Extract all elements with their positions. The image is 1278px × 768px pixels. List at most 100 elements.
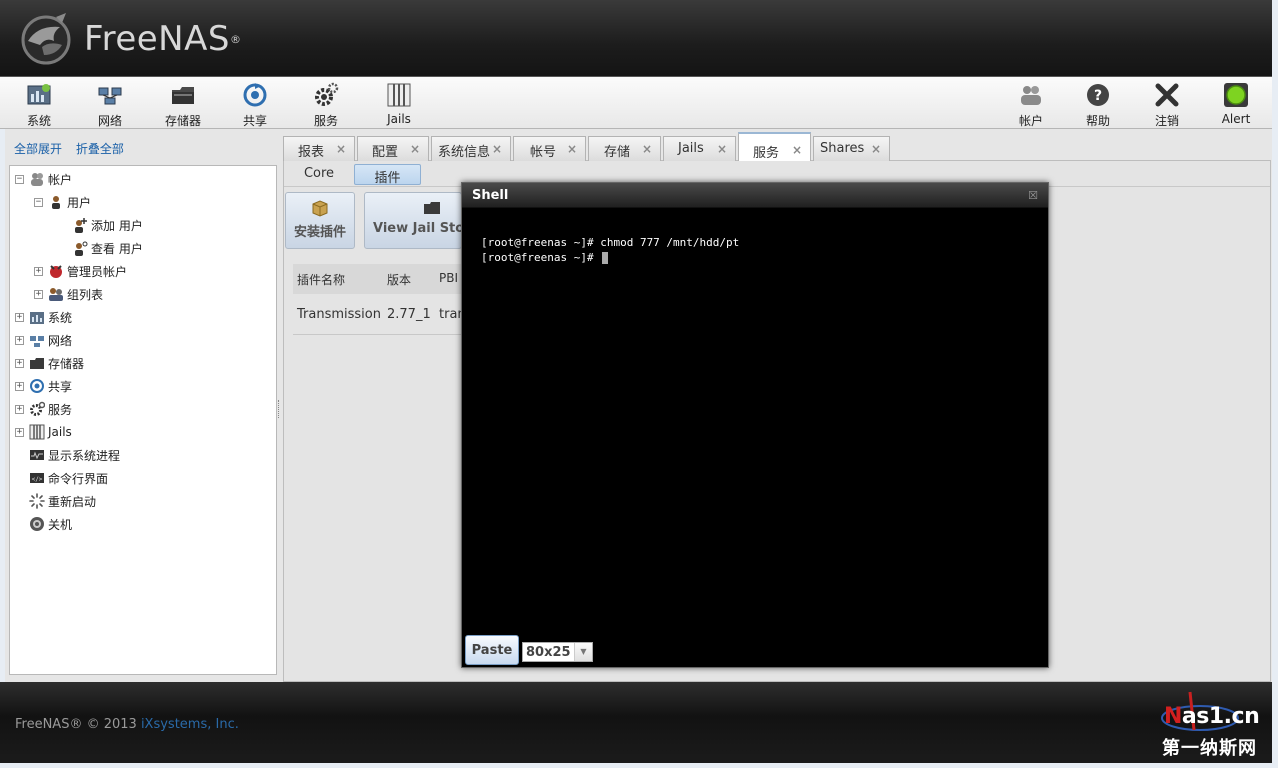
tree-item-display-processes[interactable]: 显示系统进程 <box>29 445 120 465</box>
toolbar-jails-button[interactable]: Jails <box>369 80 429 126</box>
window-border-bottom <box>0 763 1278 768</box>
tree-item-jails[interactable]: + Jails <box>15 422 72 442</box>
tree-item-label: 查看 用户 <box>91 241 143 256</box>
tree-item-services[interactable]: + 服务 <box>15 399 72 419</box>
toolbar-storage-button[interactable]: 存储器 <box>153 80 213 128</box>
toolbar-account-label: 帐户 <box>1018 114 1043 128</box>
alert-icon <box>1224 83 1248 107</box>
close-icon[interactable]: × <box>492 142 502 156</box>
close-icon[interactable]: × <box>336 142 346 156</box>
tab-system-info[interactable]: 系统信息 × <box>431 136 511 161</box>
toolbar-network-button[interactable]: 网络 <box>80 80 140 128</box>
subtab-plugins[interactable]: 插件 <box>354 164 421 186</box>
install-plugin-label: 安装插件 <box>293 225 346 240</box>
tree-item-reboot[interactable]: 重新启动 <box>29 491 96 511</box>
tab-label: 报表 <box>298 145 325 160</box>
freenas-logo[interactable]: FreeNAS ® <box>16 12 241 66</box>
tree-item-label: 重新启动 <box>48 494 97 509</box>
close-icon[interactable]: ☒ <box>1028 189 1038 202</box>
tree-item-label: 添加 用户 <box>91 218 143 233</box>
tree-item-shutdown[interactable]: 关机 <box>29 514 72 534</box>
toolbar-system-button[interactable]: 系统 <box>9 80 69 128</box>
collapse-icon[interactable]: − <box>15 174 24 184</box>
shell-title: Shell <box>472 188 509 203</box>
toolbar-sharing-label: 共享 <box>242 114 267 128</box>
close-icon[interactable]: × <box>410 142 420 156</box>
tree-item-groups[interactable]: + 组列表 <box>34 284 103 304</box>
close-icon[interactable]: × <box>642 142 652 156</box>
tree-item-users[interactable]: − 用户 <box>34 192 91 212</box>
expand-icon[interactable]: + <box>34 266 43 276</box>
tree-item-label: 存储器 <box>48 356 85 371</box>
toolbar-account-button[interactable]: 帐户 <box>1001 80 1061 128</box>
expand-icon[interactable]: + <box>15 335 24 345</box>
expand-icon[interactable]: + <box>34 289 43 299</box>
tree-item-sharing[interactable]: + 共享 <box>15 376 72 396</box>
tab-reports[interactable]: 报表 × <box>283 136 355 161</box>
svg-text:</>: </> <box>32 476 43 483</box>
terminal-cursor <box>602 252 609 264</box>
paste-button[interactable]: Paste <box>465 635 519 665</box>
tab-services[interactable]: 服务 × <box>738 132 811 161</box>
terminal-output[interactable]: [root@freenas ~]# chmod 777 /mnt/hdd/pt [… <box>481 235 739 265</box>
table-cell-version: 2.77_1 <box>387 307 431 322</box>
view-jail-storage-button[interactable]: View Jail Stor <box>364 192 462 249</box>
toolbar-help-button[interactable]: ? 帮助 <box>1068 80 1128 128</box>
close-icon[interactable]: × <box>717 142 727 156</box>
tab-label: 服务 <box>753 146 780 161</box>
column-header-plugin-name[interactable]: 插件名称 <box>297 271 345 288</box>
header: FreeNAS ® <box>0 0 1278 77</box>
expand-icon[interactable]: + <box>15 358 24 368</box>
tab-shares[interactable]: Shares × <box>813 136 890 161</box>
tree-item-storage[interactable]: + 存储器 <box>15 353 84 373</box>
tree-item-add-user[interactable]: 添加 用户 <box>72 215 143 235</box>
toolbar-services-button[interactable]: 服务 <box>296 80 356 128</box>
watermark-line1: Nas1.cn <box>1164 704 1260 729</box>
tab-jails[interactable]: Jails × <box>663 136 736 161</box>
close-icon[interactable]: × <box>567 142 577 156</box>
tree-item-system[interactable]: + 系统 <box>15 307 72 327</box>
help-icon: ? <box>1087 84 1109 106</box>
expand-icon[interactable]: + <box>15 381 24 391</box>
tab-label: 配置 <box>372 145 399 160</box>
tab-label: 帐号 <box>530 145 557 160</box>
terminal-size-select[interactable]: 80x25 ▼ <box>522 642 593 662</box>
tab-settings[interactable]: 配置 × <box>357 136 429 161</box>
table-row[interactable]: Transmission 2.77_1 tran <box>293 300 466 335</box>
column-header-version[interactable]: 版本 <box>387 271 411 288</box>
install-plugin-button[interactable]: 安装插件 <box>285 192 355 249</box>
toolbar-logout-button[interactable]: 注销 <box>1137 80 1197 128</box>
shell-titlebar[interactable]: Shell ☒ <box>462 183 1048 208</box>
expand-icon[interactable]: + <box>15 312 24 322</box>
expand-icon[interactable]: + <box>15 427 24 437</box>
expand-icon[interactable]: + <box>15 404 24 414</box>
collapse-icon[interactable]: − <box>34 197 43 207</box>
jails-icon <box>29 424 45 440</box>
tree-item-shell[interactable]: </> 命令行界面 <box>29 468 108 488</box>
process-icon <box>30 450 44 460</box>
close-icon[interactable]: × <box>792 143 802 157</box>
expand-all-link[interactable]: 全部展开 <box>14 142 62 156</box>
tree-item-label: 帐户 <box>48 172 73 187</box>
close-icon[interactable]: × <box>871 142 881 156</box>
account-icon <box>31 173 43 186</box>
tree-item-admin-accounts[interactable]: + 管理员帐户 <box>34 261 127 281</box>
chevron-down-icon[interactable]: ▼ <box>574 643 592 661</box>
user-icon <box>52 196 60 209</box>
subtab-label: Core <box>303 166 335 181</box>
company-link[interactable]: iXsystems, Inc. <box>141 717 239 732</box>
tab-accounts[interactable]: 帐号 × <box>513 136 586 161</box>
sidebar-splitter-handle[interactable] <box>278 400 281 418</box>
tree-item-accounts[interactable]: − 帐户 <box>15 169 72 189</box>
tab-storage[interactable]: 存储 × <box>588 136 661 161</box>
column-header-pbi[interactable]: PBI <box>439 271 458 285</box>
toolbar-alert-button[interactable]: Alert <box>1206 80 1266 126</box>
tree-item-view-users[interactable]: 查看 用户 <box>72 238 143 258</box>
toolbar-sharing-button[interactable]: 共享 <box>225 80 285 128</box>
watermark-line2: 第一纳斯网 <box>1162 738 1257 759</box>
jails-icon <box>387 83 411 107</box>
subtab-core[interactable]: Core <box>288 164 350 185</box>
collapse-all-link[interactable]: 折叠全部 <box>76 142 124 156</box>
tree-item-network[interactable]: + 网络 <box>15 330 72 350</box>
toolbar-storage-label: 存储器 <box>164 114 201 128</box>
